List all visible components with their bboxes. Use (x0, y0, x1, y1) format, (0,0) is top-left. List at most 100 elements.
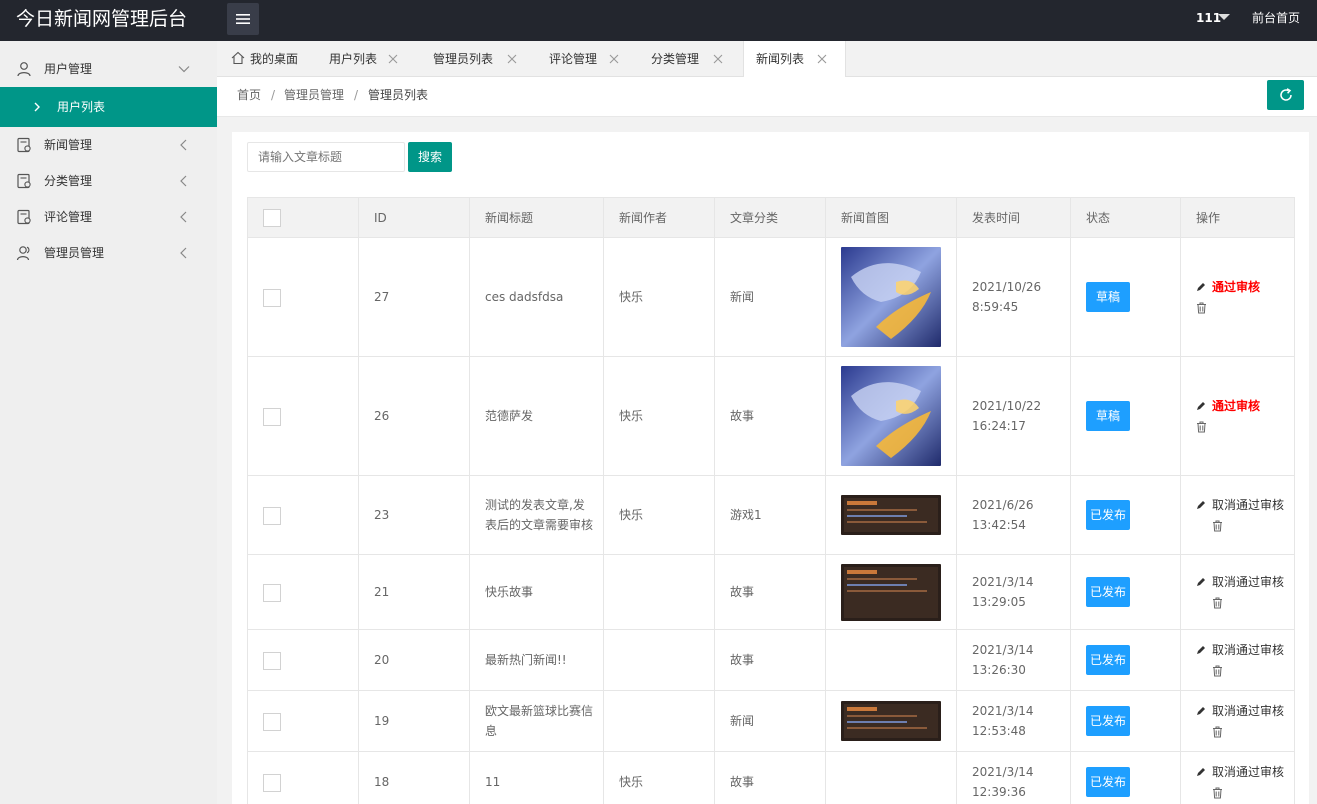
tab-bar: 我的桌面 用户列表 管理员列表 评论管理 分类管理 新闻列表 (217, 41, 1317, 77)
trash-icon[interactable] (1196, 421, 1207, 433)
close-icon[interactable] (816, 53, 828, 65)
unapprove-button[interactable]: 取消通过审核 (1212, 495, 1286, 535)
status-cell: 已发布 (1070, 554, 1181, 630)
category-cell: 故事 (714, 554, 826, 630)
close-icon[interactable] (506, 53, 518, 65)
unapprove-button[interactable]: 取消通过审核 (1212, 572, 1286, 612)
chevron-left-icon (180, 139, 187, 151)
trash-icon[interactable] (1196, 302, 1207, 314)
close-icon[interactable] (387, 53, 399, 65)
menu-toggle-button[interactable] (227, 3, 259, 35)
sidebar-item-category-management[interactable]: 分类管理 (0, 163, 217, 199)
tab-comment-management[interactable]: 评论管理 (535, 41, 639, 77)
approve-button[interactable]: 通过审核 (1212, 277, 1260, 297)
sidebar-item-news-management[interactable]: 新闻管理 (0, 127, 217, 163)
tab-label: 管理员列表 (433, 52, 494, 66)
document-icon (17, 173, 31, 189)
status-badge[interactable]: 已发布 (1086, 645, 1130, 675)
table-header-row: ID 新闻标题 新闻作者 文章分类 新闻首图 发表时间 状态 操作 (247, 197, 1295, 238)
row-checkbox[interactable] (263, 407, 281, 426)
row-checkbox[interactable] (263, 506, 281, 525)
select-cell (247, 356, 359, 476)
id-cell: 23 (358, 475, 470, 555)
tab-category-management[interactable]: 分类管理 (639, 41, 743, 77)
select-all-checkbox[interactable] (263, 208, 281, 227)
sidebar-item-label: 分类管理 (44, 174, 93, 188)
refresh-button[interactable] (1267, 80, 1304, 110)
search-input[interactable] (247, 142, 405, 172)
row-checkbox[interactable] (263, 712, 281, 731)
breadcrumb: 首页 / 管理员管理 / 管理员列表 (217, 77, 1317, 117)
sidebar-item-comment-management[interactable]: 评论管理 (0, 199, 217, 235)
column-header: 状态 (1070, 197, 1181, 238)
close-icon[interactable] (712, 53, 724, 65)
sidebar-item-user-management[interactable]: 用户管理 (0, 51, 217, 87)
tab-news-list[interactable]: 新闻列表 (743, 41, 846, 77)
tab-admin-list[interactable]: 管理员列表 (419, 41, 535, 77)
approve-button[interactable]: 通过审核 (1212, 396, 1260, 416)
row-checkbox[interactable] (263, 288, 281, 307)
title-cell: 最新热门新闻!! (469, 629, 604, 691)
row-checkbox[interactable] (263, 651, 281, 670)
column-header: 新闻标题 (469, 197, 604, 238)
unapprove-label: 取消通过审核 (1212, 765, 1285, 779)
sidebar-subitem-user-list[interactable]: 用户列表 (0, 87, 217, 127)
trash-icon[interactable] (1212, 520, 1223, 532)
tab-label: 评论管理 (549, 52, 598, 66)
front-page-link[interactable]: 前台首页 (1252, 10, 1300, 26)
breadcrumb-admin-management[interactable]: 管理员管理 (284, 88, 344, 102)
tab-label: 分类管理 (651, 52, 700, 66)
close-icon[interactable] (608, 53, 620, 65)
tab-desktop[interactable]: 我的桌面 (217, 41, 315, 77)
column-header: 发表时间 (956, 197, 1071, 238)
status-badge[interactable]: 草稿 (1086, 282, 1130, 312)
tab-label: 新闻列表 (756, 52, 805, 66)
title-cell: ces dadsfdsa (469, 237, 604, 357)
edit-icon (1197, 283, 1205, 291)
action-cell: 通过审核 (1180, 356, 1295, 476)
tab-label: 用户列表 (329, 52, 378, 66)
status-badge[interactable]: 已发布 (1086, 500, 1130, 530)
tab-user-list[interactable]: 用户列表 (315, 41, 419, 77)
status-badge[interactable]: 已发布 (1086, 577, 1130, 607)
edit-icon (1197, 768, 1205, 776)
image-cell (825, 690, 957, 752)
select-cell (247, 554, 359, 630)
time-cell: 2021/6/26 13:42:54 (956, 475, 1071, 555)
sidebar-subitem-label: 用户列表 (57, 100, 106, 114)
trash-icon[interactable] (1212, 597, 1223, 609)
action-cell: 取消通过审核 (1180, 475, 1295, 555)
row-checkbox[interactable] (263, 773, 281, 792)
row-checkbox[interactable] (263, 583, 281, 602)
id-cell: 26 (358, 356, 470, 476)
status-cell: 草稿 (1070, 237, 1181, 357)
status-badge[interactable]: 已发布 (1086, 767, 1130, 797)
trash-icon[interactable] (1212, 787, 1223, 799)
caret-down-icon[interactable] (1218, 14, 1230, 20)
author-cell: 快乐 (603, 237, 715, 357)
news-thumbnail (841, 701, 941, 741)
status-badge[interactable]: 草稿 (1086, 401, 1130, 431)
trash-icon[interactable] (1212, 726, 1223, 738)
author-cell: 快乐 (603, 356, 715, 476)
unapprove-button[interactable]: 取消通过审核 (1212, 640, 1286, 680)
sidebar-item-label: 新闻管理 (44, 138, 93, 152)
search-button[interactable]: 搜索 (408, 142, 452, 172)
status-cell: 已发布 (1070, 475, 1181, 555)
unapprove-button[interactable]: 取消通过审核 (1212, 762, 1286, 802)
unapprove-button[interactable]: 取消通过审核 (1212, 701, 1286, 741)
sidebar-item-label: 评论管理 (44, 210, 93, 224)
trash-icon[interactable] (1212, 665, 1223, 677)
author-cell (603, 629, 715, 691)
home-icon (231, 51, 245, 65)
breadcrumb-home[interactable]: 首页 (237, 88, 261, 102)
action-cell: 取消通过审核 (1180, 690, 1295, 752)
edit-icon (1197, 578, 1205, 586)
column-header: ID (358, 197, 470, 238)
document-icon (17, 209, 31, 225)
sidebar-item-label: 用户管理 (44, 62, 93, 76)
status-badge[interactable]: 已发布 (1086, 706, 1130, 736)
sidebar-item-admin-management[interactable]: 管理员管理 (0, 235, 217, 271)
breadcrumb-current: 管理员列表 (368, 88, 429, 102)
id-cell: 21 (358, 554, 470, 630)
